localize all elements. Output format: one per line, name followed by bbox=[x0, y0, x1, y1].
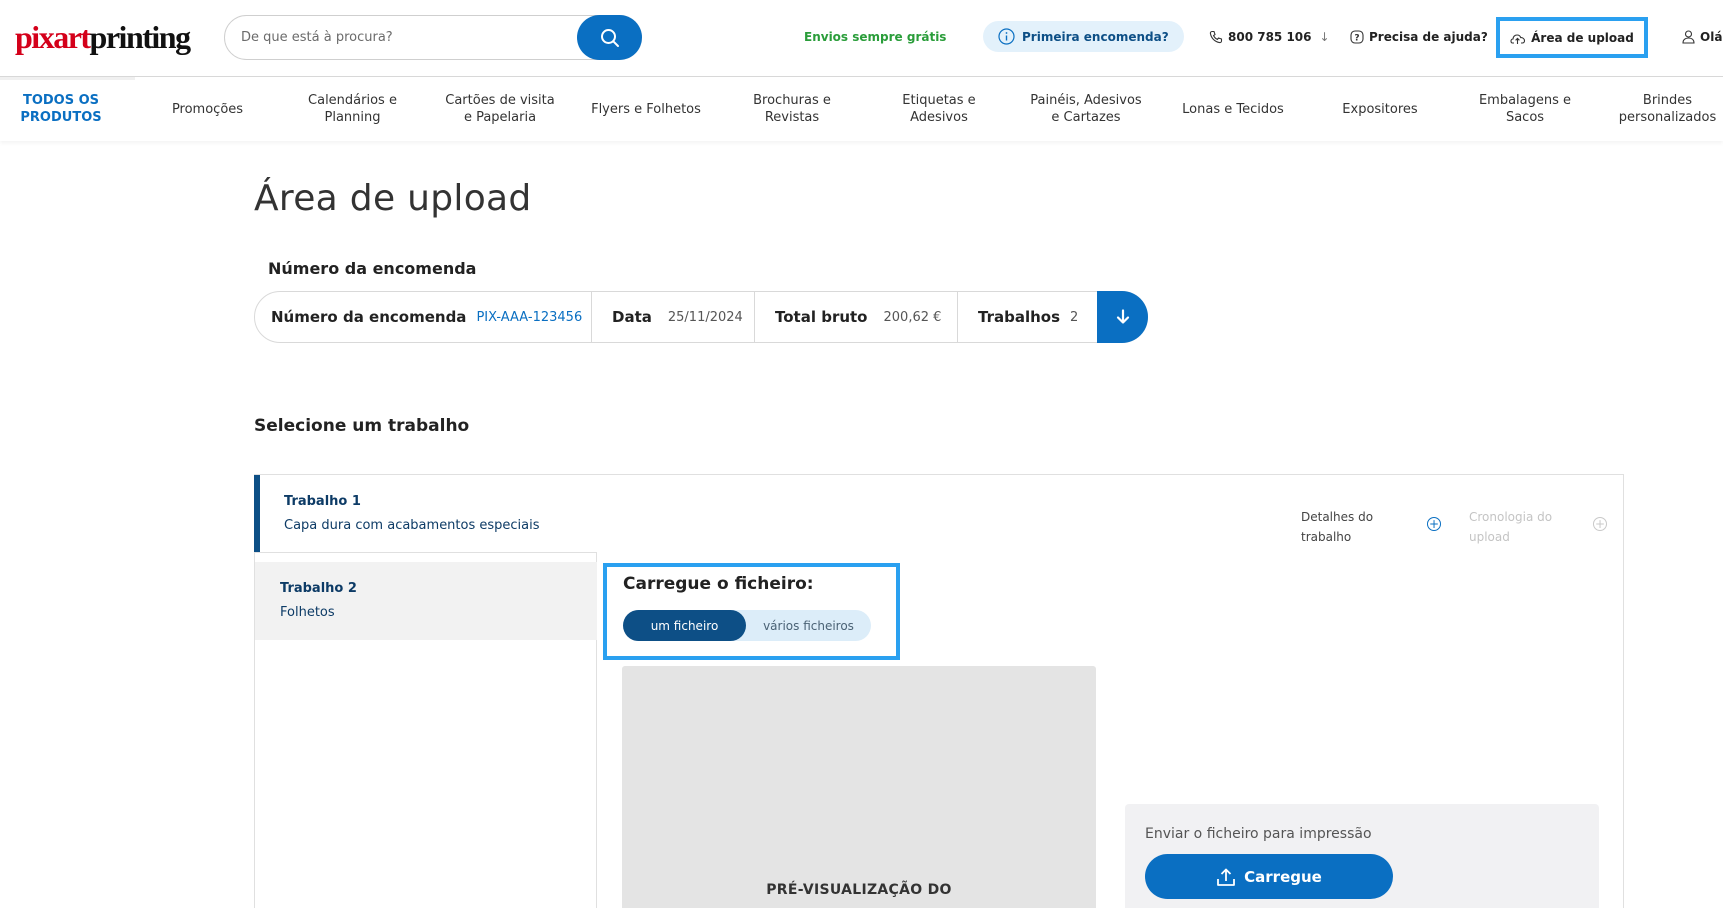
upload-icon bbox=[1217, 868, 1236, 886]
order-total-cell: Total bruto 200,62 € bbox=[755, 292, 958, 342]
plus-circle-icon[interactable]: + bbox=[1427, 517, 1441, 531]
job-1-title: Trabalho 1 bbox=[284, 493, 361, 509]
nav-item-business-cards[interactable]: Cartões de visita e Papelaria bbox=[440, 77, 560, 141]
nav-item-brochures[interactable]: Brochuras e Revistas bbox=[742, 77, 842, 141]
first-order-label: Primeira encomenda? bbox=[1022, 29, 1169, 44]
category-nav: TODOS OS PRODUTOS Promoções Calendários … bbox=[0, 77, 1723, 141]
plus-circle-icon: + bbox=[1593, 517, 1607, 531]
order-heading: Número da encomenda bbox=[268, 259, 477, 278]
question-icon: ? bbox=[1350, 30, 1364, 44]
order-jobs-label: Trabalhos bbox=[978, 308, 1061, 326]
search-button[interactable] bbox=[577, 15, 642, 60]
user-account-link[interactable]: Olá bbox=[1682, 0, 1722, 74]
toggle-multiple-files[interactable]: vários ficheiros bbox=[746, 610, 871, 641]
upload-area-label: Área de upload bbox=[1531, 30, 1634, 45]
order-number-cell: Número da encomenda PIX-AAA-123456 bbox=[271, 292, 592, 342]
search-bar bbox=[224, 15, 642, 60]
file-preview: PRÉ-VISUALIZAÇÃO DO bbox=[622, 666, 1096, 908]
upload-history-link: Cronologia do upload bbox=[1469, 510, 1553, 544]
select-job-heading: Selecione um trabalho bbox=[254, 416, 470, 436]
order-jobs-cell: Trabalhos 2 bbox=[958, 292, 1099, 342]
user-greeting: Olá bbox=[1700, 30, 1723, 44]
nav-item-promotions[interactable]: Promoções bbox=[150, 77, 265, 141]
help-link[interactable]: ? Precisa de ajuda? bbox=[1350, 0, 1488, 74]
file-count-toggle: um ficheiro vários ficheiros bbox=[623, 610, 871, 641]
search-input[interactable] bbox=[241, 16, 571, 59]
send-file-label: Enviar o ficheiro para impressão bbox=[1145, 826, 1372, 842]
nav-item-packaging[interactable]: Embalagens e Sacos bbox=[1465, 77, 1585, 141]
order-date-cell: Data 25/11/2024 bbox=[592, 292, 755, 342]
tab-divider bbox=[255, 552, 597, 553]
job-1-subtitle: Capa dura com acabamentos especiais bbox=[284, 517, 540, 533]
order-total-value: 200,62 € bbox=[883, 309, 942, 325]
phone-number: 800 785 106 bbox=[1228, 30, 1312, 44]
site-header: pixartprinting Envios sempre grátis Prim… bbox=[0, 0, 1723, 77]
toggle-single-file[interactable]: um ficheiro bbox=[623, 610, 746, 641]
preview-caption: PRÉ-VISUALIZAÇÃO DO bbox=[766, 882, 952, 898]
arrow-down-icon: ↓ bbox=[1319, 30, 1330, 44]
nav-item-displays[interactable]: Expositores bbox=[1330, 77, 1430, 141]
order-date-value: 25/11/2024 bbox=[667, 309, 743, 325]
nav-item-gifts[interactable]: Brindes personalizados bbox=[1612, 77, 1723, 141]
help-label: Precisa de ajuda? bbox=[1369, 30, 1488, 44]
upload-cloud-icon bbox=[1510, 33, 1526, 44]
order-number-value[interactable]: PIX-AAA-123456 bbox=[476, 310, 582, 325]
search-icon bbox=[600, 28, 619, 47]
pixartprinting-logo[interactable]: pixart printing bbox=[15, 19, 192, 55]
phone-link[interactable]: 800 785 106 ↓ bbox=[1209, 0, 1330, 74]
job-details-link[interactable]: Detalhes do trabalho bbox=[1301, 507, 1391, 547]
info-icon bbox=[998, 28, 1015, 45]
job-tab-1[interactable]: Trabalho 1 Capa dura com acabamentos esp… bbox=[254, 475, 596, 552]
jobs-panel: Trabalho 1 Capa dura com acabamentos esp… bbox=[254, 474, 1624, 908]
nav-item-labels[interactable]: Etiquetas e Adesivos bbox=[888, 77, 990, 141]
send-file-box: Enviar o ficheiro para impressão Carregu… bbox=[1125, 804, 1599, 908]
arrow-down-icon bbox=[1116, 309, 1129, 324]
nav-item-all-products[interactable]: TODOS OS PRODUTOS bbox=[0, 77, 135, 141]
phone-icon bbox=[1209, 30, 1223, 44]
nav-item-banners[interactable]: Lonas e Tecidos bbox=[1172, 77, 1294, 141]
order-total-label: Total bruto bbox=[775, 308, 868, 326]
upload-title: Carregue o ficheiro: bbox=[623, 574, 814, 594]
nav-item-panels[interactable]: Painéis, Adesivos e Cartazes bbox=[1025, 77, 1147, 141]
upload-area-link[interactable]: Área de upload bbox=[1496, 17, 1648, 58]
upload-button-label: Carregue bbox=[1244, 867, 1322, 886]
svg-text:?: ? bbox=[1354, 33, 1359, 43]
nav-item-flyers[interactable]: Flyers e Folhetos bbox=[580, 77, 712, 141]
order-summary-bar: Número da encomenda PIX-AAA-123456 Data … bbox=[254, 291, 1148, 343]
job-2-title: Trabalho 2 bbox=[280, 581, 357, 596]
order-number-label: Número da encomenda bbox=[271, 308, 467, 326]
order-date-label: Data bbox=[612, 308, 652, 326]
job-tab-2[interactable]: Trabalho 2 Folhetos bbox=[255, 562, 597, 640]
upload-file-selector: Carregue o ficheiro: um ficheiro vários … bbox=[603, 563, 900, 660]
page-title: Área de upload bbox=[254, 178, 532, 219]
logo-part-black: printing bbox=[89, 19, 192, 55]
logo-part-red: pixart bbox=[15, 19, 91, 55]
nav-item-calendars[interactable]: Calendários e Planning bbox=[295, 77, 410, 141]
user-icon bbox=[1682, 30, 1695, 44]
free-shipping-link[interactable]: Envios sempre grátis bbox=[804, 0, 946, 74]
order-expand-button[interactable] bbox=[1097, 291, 1148, 343]
upload-button[interactable]: Carregue bbox=[1145, 854, 1393, 899]
job-2-subtitle: Folhetos bbox=[280, 605, 335, 620]
order-jobs-value: 2 bbox=[1070, 309, 1079, 325]
first-order-button[interactable]: Primeira encomenda? bbox=[983, 21, 1184, 52]
